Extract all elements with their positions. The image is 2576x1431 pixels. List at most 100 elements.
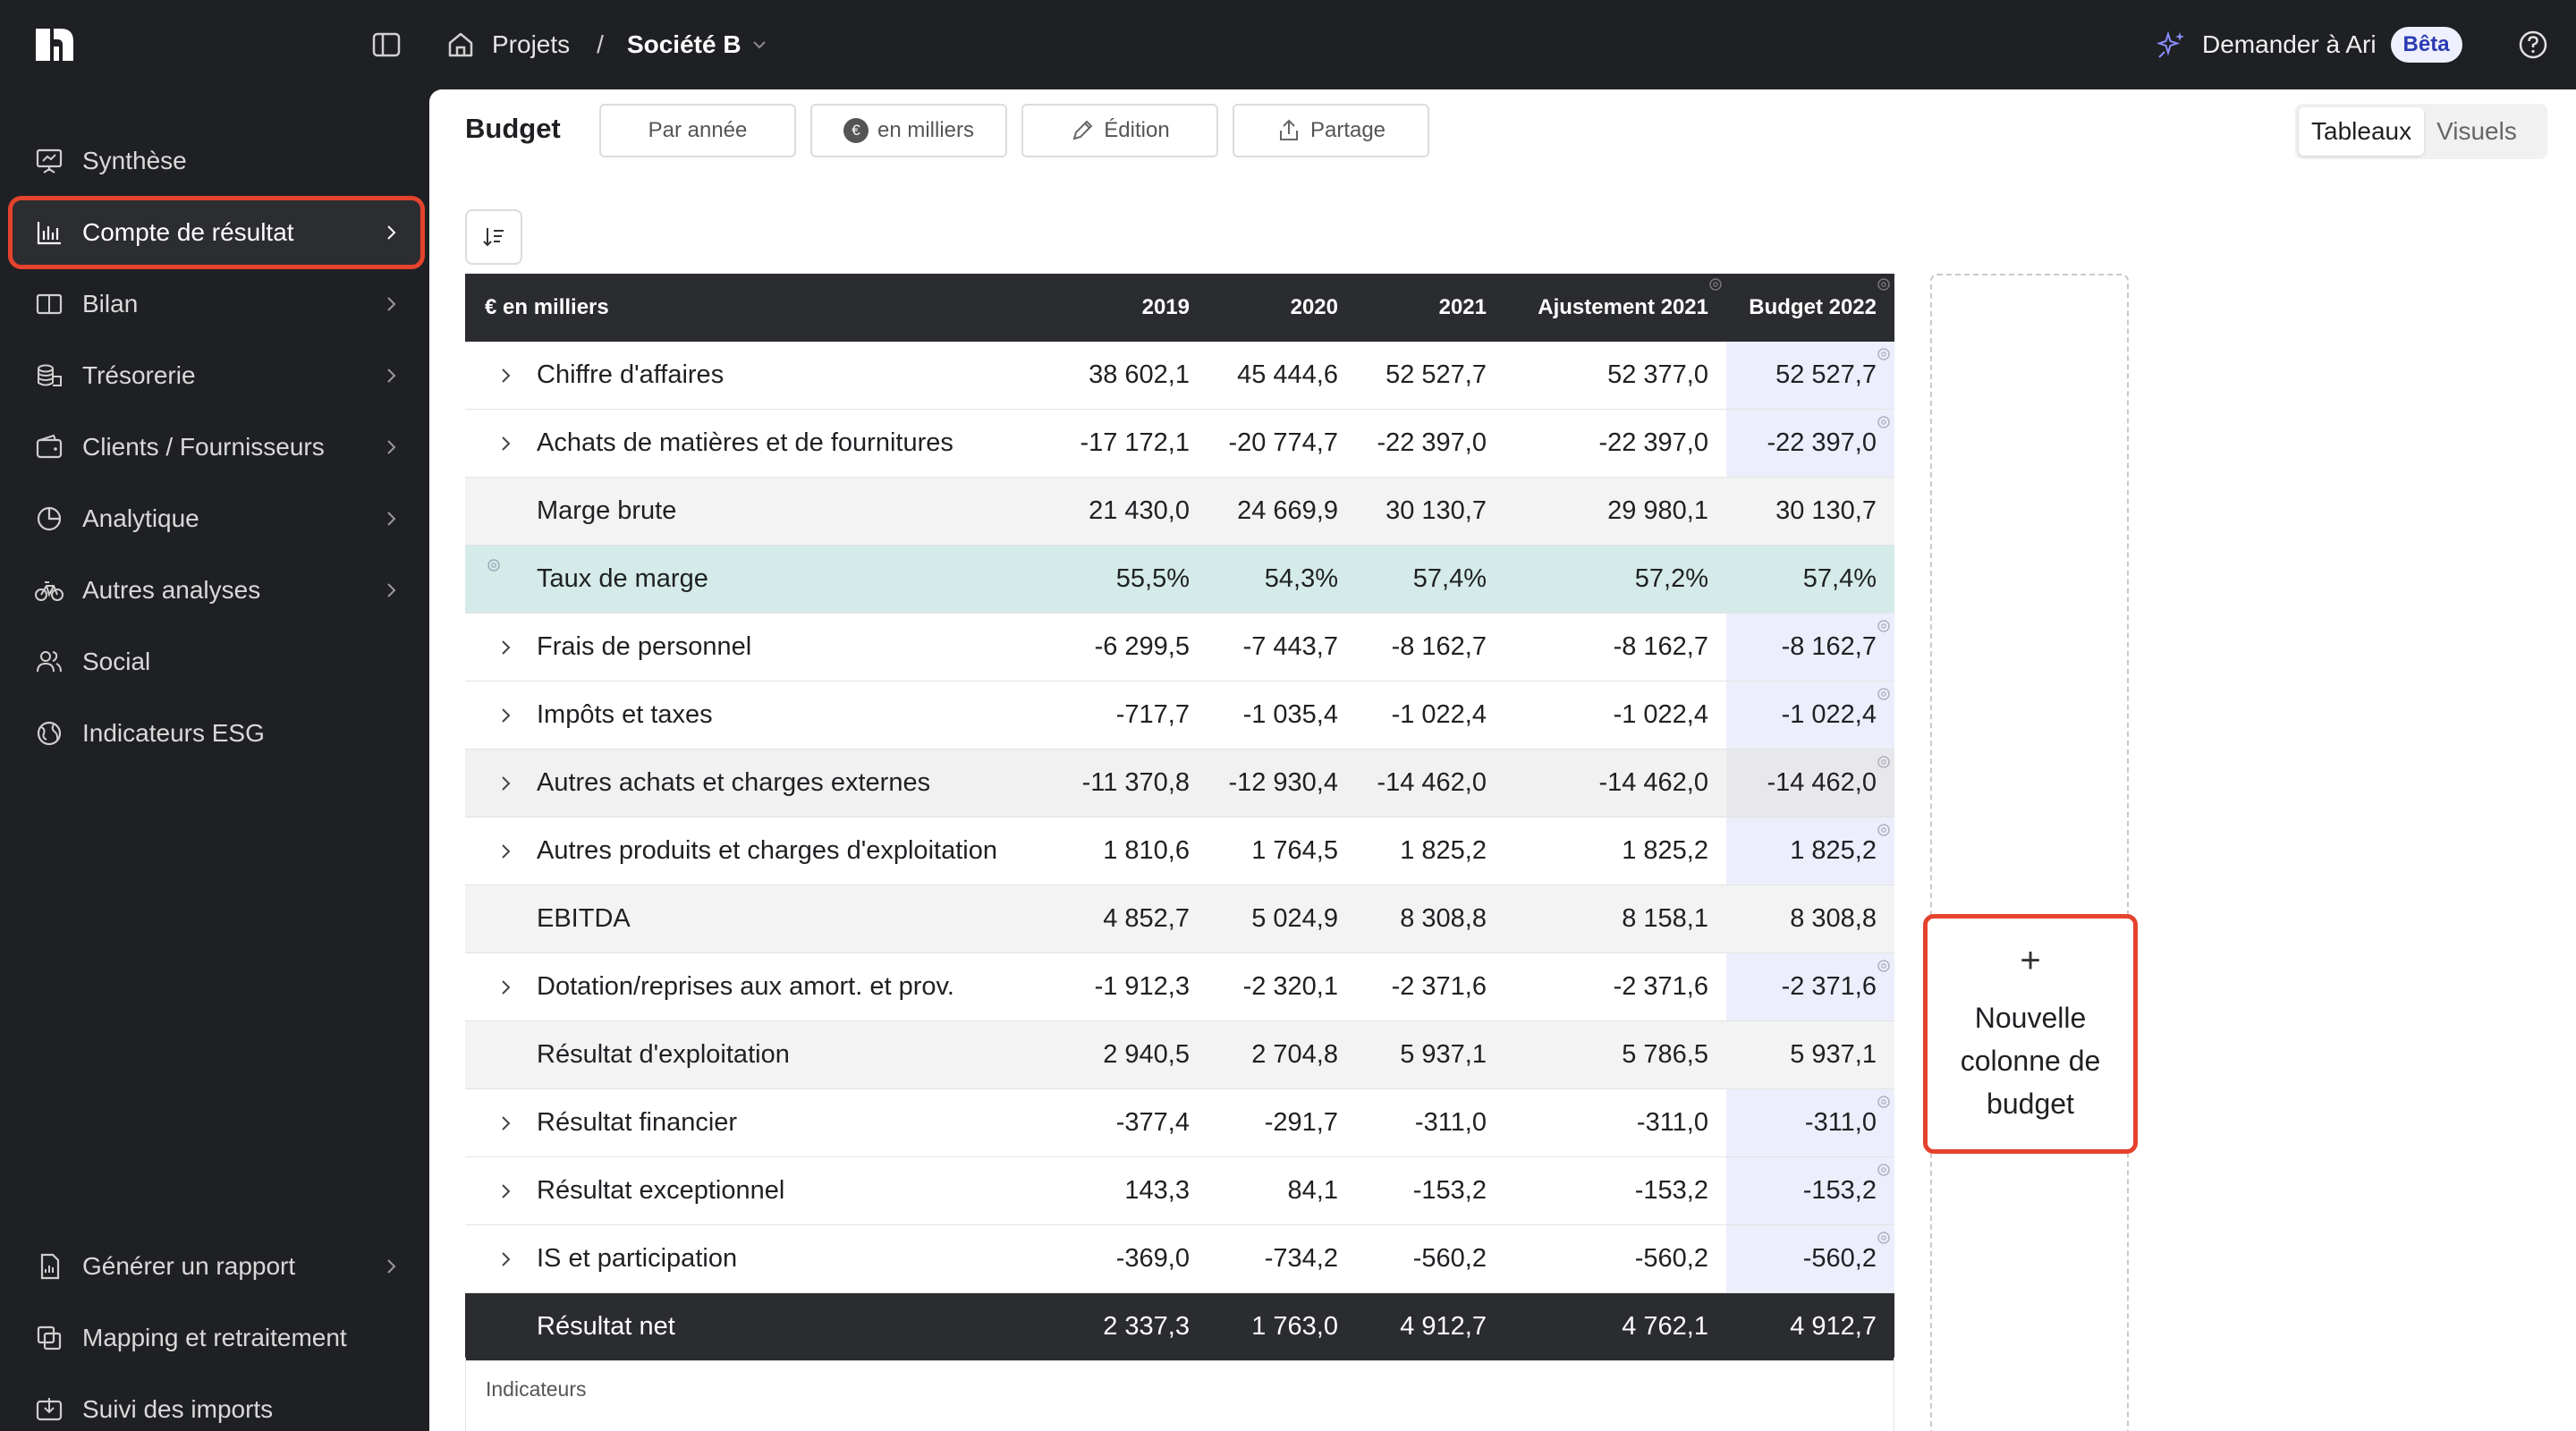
sidebar-item-label: Suivi des imports xyxy=(82,1395,274,1423)
cell-budget-2022[interactable]: -311,0 xyxy=(1726,1089,1894,1156)
expand-chevron-icon[interactable] xyxy=(492,682,519,749)
expand-chevron-icon[interactable] xyxy=(492,410,519,477)
cell-2019: -17 172,1 xyxy=(1080,428,1190,457)
home-icon[interactable] xyxy=(445,30,476,60)
help-icon[interactable] xyxy=(2517,29,2549,61)
gear-icon[interactable] xyxy=(1875,685,1893,703)
table-row[interactable]: Autres achats et charges externes -11 37… xyxy=(465,749,1894,817)
tab-visuels[interactable]: Visuels xyxy=(2424,107,2529,156)
gear-icon[interactable] xyxy=(485,556,503,574)
unit-selector-button[interactable]: € en milliers xyxy=(810,104,1007,157)
gear-icon[interactable] xyxy=(1875,1161,1893,1179)
expand-chevron-icon[interactable] xyxy=(492,817,519,885)
cell-adjustment-2021: 4 762,1 xyxy=(1622,1312,1708,1341)
gear-icon[interactable] xyxy=(1875,1229,1893,1247)
sidebar-item-label: Analytique xyxy=(82,504,199,532)
cell-budget-2022[interactable]: -560,2 xyxy=(1726,1225,1894,1292)
gear-icon[interactable] xyxy=(1707,275,1724,293)
sidebar-item-bilan[interactable]: Bilan xyxy=(13,272,420,336)
tab-tableaux[interactable]: Tableaux xyxy=(2299,107,2425,156)
expand-chevron-icon[interactable] xyxy=(492,1157,519,1224)
gear-icon[interactable] xyxy=(1875,413,1893,431)
table-row[interactable]: Frais de personnel -6 299,5 -7 443,7 -8 … xyxy=(465,614,1894,682)
cell-2019: 2 337,3 xyxy=(1103,1312,1190,1341)
cell-adjustment-2021: -1 022,4 xyxy=(1613,700,1708,729)
by-year-button[interactable]: Par année xyxy=(599,104,796,157)
chevron-down-icon[interactable] xyxy=(750,36,768,54)
expand-chevron-icon[interactable] xyxy=(492,1225,519,1292)
sidebar-item-social[interactable]: Social xyxy=(13,630,420,694)
column-header-adjustment-2021[interactable]: Ajustement 2021 xyxy=(1504,274,1726,342)
sidebar-item-suivi-imports[interactable]: Suivi des imports xyxy=(13,1377,420,1431)
expand-chevron-icon[interactable] xyxy=(492,749,519,817)
sidebar-item-compte-de-resultat[interactable]: Compte de résultat xyxy=(8,196,425,269)
column-header-2019[interactable]: 2019 xyxy=(1055,274,1208,342)
cell-adjustment-2021: -22 397,0 xyxy=(1598,428,1708,457)
cell-budget-2022[interactable]: -22 397,0 xyxy=(1726,410,1894,477)
table-row-ratio: Taux de marge 55,5% 54,3% 57,4% 57,2% 57… xyxy=(465,546,1894,614)
main-panel: Budget Par année € en milliers Édition P… xyxy=(429,89,2576,1431)
sidebar-item-clients-fournisseurs[interactable]: Clients / Fournisseurs xyxy=(13,415,420,479)
cell-2019: -377,4 xyxy=(1115,1108,1190,1137)
table-row[interactable]: Achats de matières et de fournitures -17… xyxy=(465,410,1894,478)
expand-chevron-icon[interactable] xyxy=(492,953,519,1020)
ask-ari-button[interactable]: Demander à Ari Bêta xyxy=(2156,23,2462,66)
breadcrumb-current-company[interactable]: Société B xyxy=(627,30,741,59)
breadcrumb-projects[interactable]: Projets xyxy=(492,30,570,59)
sidebar-item-label: Trésorerie xyxy=(82,361,196,389)
edit-button[interactable]: Édition xyxy=(1021,104,1218,157)
column-header-2020[interactable]: 2020 xyxy=(1208,274,1356,342)
sidebar-item-synthese[interactable]: Synthèse xyxy=(13,129,420,193)
expand-chevron-icon[interactable] xyxy=(492,1089,519,1156)
sidebar-item-autres-analyses[interactable]: Autres analyses xyxy=(13,558,420,622)
beta-badge: Bêta xyxy=(2390,27,2462,63)
cell-budget-2022[interactable]: -14 462,0 xyxy=(1726,749,1894,817)
book-icon xyxy=(36,293,63,315)
expand-chevron-icon[interactable] xyxy=(492,342,519,409)
gear-icon[interactable] xyxy=(1875,617,1893,635)
gear-icon[interactable] xyxy=(1875,1093,1893,1111)
gear-icon[interactable] xyxy=(1875,821,1893,839)
table-row[interactable]: Dotation/reprises aux amort. et prov. -1… xyxy=(465,953,1894,1021)
sidebar-item-generer-rapport[interactable]: Générer un rapport xyxy=(13,1234,420,1299)
sort-button[interactable] xyxy=(465,209,522,265)
table-row[interactable]: Impôts et taxes -717,7 -1 035,4 -1 022,4… xyxy=(465,682,1894,749)
table-row[interactable]: Autres produits et charges d'exploitatio… xyxy=(465,817,1894,885)
sidebar-item-tresorerie[interactable]: Trésorerie xyxy=(13,343,420,408)
sidebar-toggle-icon[interactable] xyxy=(370,29,402,61)
pencil-icon xyxy=(1072,120,1093,140)
cell-adjustment-2021: 29 980,1 xyxy=(1607,496,1708,525)
gear-icon[interactable] xyxy=(1875,275,1893,293)
cell-2019: -369,0 xyxy=(1115,1244,1190,1273)
column-header-2021[interactable]: 2021 xyxy=(1356,274,1504,342)
cell-2021: -1 022,4 xyxy=(1391,700,1487,729)
gear-icon[interactable] xyxy=(1875,753,1893,771)
cell-budget-2022[interactable]: 52 527,7 xyxy=(1726,342,1894,409)
sidebar-item-mapping[interactable]: Mapping et retraitement xyxy=(13,1306,420,1370)
sidebar-item-analytique[interactable]: Analytique xyxy=(13,487,420,551)
table-row[interactable]: Chiffre d'affaires 38 602,1 45 444,6 52 … xyxy=(465,342,1894,410)
cell-adjustment-2021: -153,2 xyxy=(1634,1176,1708,1205)
expand-chevron-icon[interactable] xyxy=(492,614,519,681)
view-toggle: Tableaux Visuels xyxy=(2295,104,2547,159)
cell-budget-2022[interactable]: -8 162,7 xyxy=(1726,614,1894,681)
gear-icon[interactable] xyxy=(1875,957,1893,975)
pie-chart-icon xyxy=(37,506,62,531)
cell-budget-2022[interactable]: 1 825,2 xyxy=(1726,817,1894,885)
app-logo-icon[interactable] xyxy=(34,25,75,64)
add-budget-column-button[interactable]: + Nouvelle colonne de budget xyxy=(1923,914,2138,1154)
cell-budget-2022[interactable]: -1 022,4 xyxy=(1726,682,1894,749)
cell-2020: -1 035,4 xyxy=(1242,700,1338,729)
column-header-budget-2022[interactable]: Budget 2022 xyxy=(1726,274,1894,342)
table-row[interactable]: Résultat exceptionnel 143,3 84,1 -153,2 … xyxy=(465,1157,1894,1225)
cell-budget-2022[interactable]: -153,2 xyxy=(1726,1157,1894,1224)
gear-icon[interactable] xyxy=(1875,345,1893,363)
cell-budget-2022[interactable]: -2 371,6 xyxy=(1726,953,1894,1020)
table-row[interactable]: Résultat financier -377,4 -291,7 -311,0 … xyxy=(465,1089,1894,1157)
table-row[interactable]: IS et participation -369,0 -734,2 -560,2… xyxy=(465,1225,1894,1293)
cell-2020: 1 763,0 xyxy=(1251,1312,1338,1341)
sidebar-item-indicateurs-esg[interactable]: Indicateurs ESG xyxy=(13,701,420,766)
share-button[interactable]: Partage xyxy=(1233,104,1429,157)
cell-2019: -717,7 xyxy=(1115,700,1190,729)
chevron-right-icon xyxy=(387,583,396,597)
